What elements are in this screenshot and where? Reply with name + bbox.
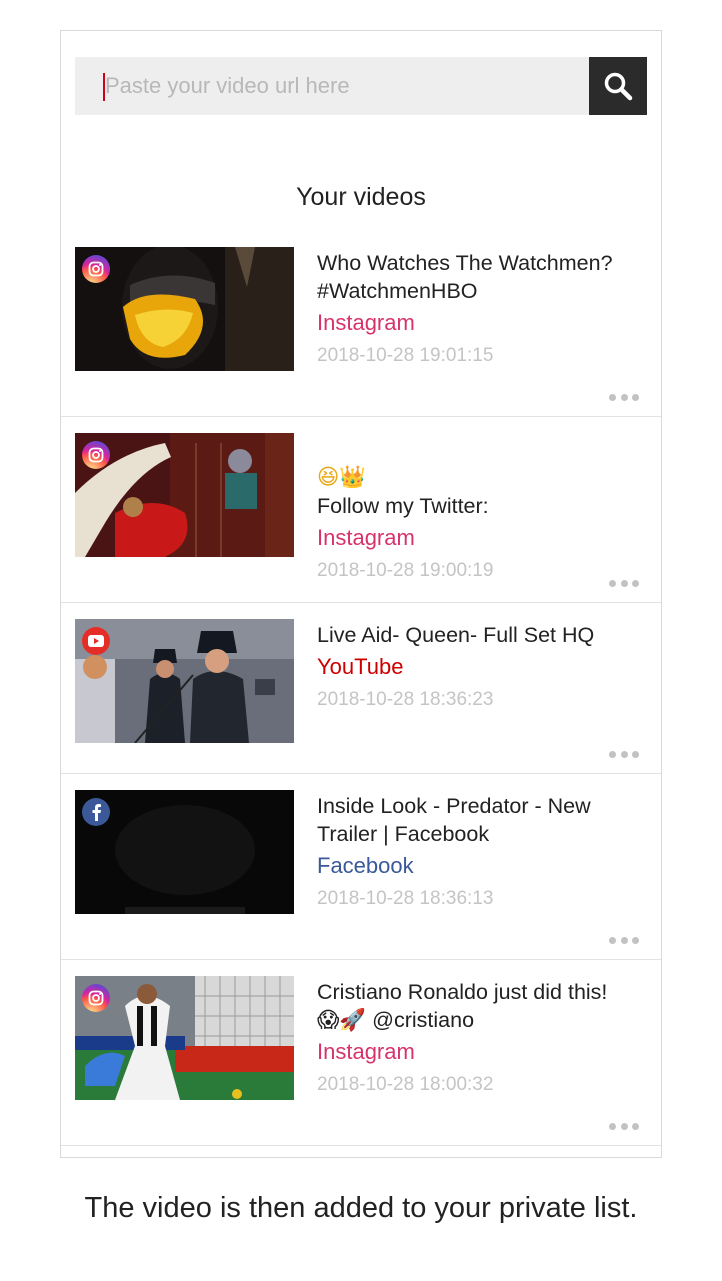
video-title: Who Watches The Watchmen? #WatchmenHBO <box>317 251 613 303</box>
search-field-container <box>75 57 589 115</box>
video-source: Instagram <box>317 310 415 335</box>
instagram-icon <box>88 261 104 277</box>
more-options-button[interactable] <box>609 749 639 759</box>
dot-icon <box>609 936 616 944</box>
dot-icon <box>632 750 639 758</box>
video-list-item[interactable]: Who Watches The Watchmen? #WatchmenHBO I… <box>61 231 661 417</box>
video-info: Who Watches The Watchmen? #WatchmenHBO I… <box>317 249 647 367</box>
instagram-badge <box>82 984 110 1012</box>
video-timestamp: 2018-10-28 18:36:23 <box>317 689 494 710</box>
dot-icon <box>609 393 616 401</box>
youtube-icon <box>88 635 104 647</box>
video-title: Live Aid- Queen- Full Set HQ <box>317 623 595 647</box>
dot-icon <box>620 579 628 587</box>
video-source: Instagram <box>317 525 415 550</box>
facebook-icon <box>92 804 101 821</box>
dot-icon <box>620 750 628 758</box>
search-bar <box>75 57 647 115</box>
dot-icon <box>620 936 628 944</box>
video-list-item[interactable]: Cristiano Ronaldo just did this! 😱🚀 @cri… <box>61 960 661 1146</box>
video-title: Cristiano Ronaldo just did this! 😱🚀 @cri… <box>317 980 608 1032</box>
video-list-item[interactable]: Live Aid- Queen- Full Set HQ YouTube 201… <box>61 603 661 774</box>
dot-icon <box>632 1122 639 1130</box>
youtube-badge <box>82 627 110 655</box>
video-source: Facebook <box>317 853 414 878</box>
video-thumbnail[interactable] <box>75 247 294 371</box>
emoji-icons: 😆👑 <box>317 465 367 490</box>
dot-icon <box>620 393 628 401</box>
caption-text: The video is then added to your private … <box>84 1192 638 1224</box>
dot-icon <box>609 1122 616 1130</box>
video-timestamp: 2018-10-28 18:00:32 <box>317 1074 494 1095</box>
video-timestamp: 2018-10-28 19:00:19 <box>317 560 494 581</box>
video-source: Instagram <box>317 1039 415 1064</box>
dot-icon <box>632 579 639 587</box>
more-options-button[interactable] <box>609 578 639 588</box>
video-url-input[interactable] <box>75 57 589 115</box>
video-thumbnail[interactable] <box>75 976 294 1100</box>
instagram-icon <box>88 447 104 463</box>
search-icon <box>604 72 633 101</box>
video-info: 😆👑 Follow my Twitter: Instagram 2018-10-… <box>317 435 647 582</box>
dot-icon <box>620 1122 628 1130</box>
video-title: Inside Look - Predator - New Trailer | F… <box>317 794 591 846</box>
video-thumbnail[interactable] <box>75 433 294 557</box>
text-caret <box>103 73 105 101</box>
video-info: Live Aid- Queen- Full Set HQ YouTube 201… <box>317 621 647 711</box>
search-button[interactable] <box>589 57 647 115</box>
video-timestamp: 2018-10-28 18:36:13 <box>317 888 494 909</box>
app-screen: Your videos <box>60 30 662 1158</box>
video-list-item[interactable]: Inside Look - Predator - New Trailer | F… <box>61 774 661 960</box>
video-source: YouTube <box>317 654 404 679</box>
section-title: Your videos <box>296 183 426 211</box>
dot-icon <box>609 579 616 587</box>
video-thumbnail[interactable] <box>75 790 294 914</box>
video-title-emoji: 😆👑 <box>317 435 647 492</box>
video-timestamp: 2018-10-28 19:01:15 <box>317 345 494 366</box>
video-list-item[interactable]: 😆👑 Follow my Twitter: Instagram 2018-10-… <box>61 417 661 603</box>
video-info: Inside Look - Predator - New Trailer | F… <box>317 792 647 910</box>
instagram-badge <box>82 255 110 283</box>
video-title: Follow my Twitter: <box>317 494 489 518</box>
video-info: Cristiano Ronaldo just did this! 😱🚀 @cri… <box>317 978 647 1096</box>
video-thumbnail[interactable] <box>75 619 294 743</box>
dot-icon <box>609 750 616 758</box>
instagram-icon <box>88 990 104 1006</box>
more-options-button[interactable] <box>609 1121 639 1131</box>
instagram-badge <box>82 441 110 469</box>
dot-icon <box>632 393 639 401</box>
video-list: Who Watches The Watchmen? #WatchmenHBO I… <box>61 231 661 1146</box>
more-options-button[interactable] <box>609 392 639 402</box>
dot-icon <box>632 936 639 944</box>
facebook-badge <box>82 798 110 826</box>
more-options-button[interactable] <box>609 935 639 945</box>
